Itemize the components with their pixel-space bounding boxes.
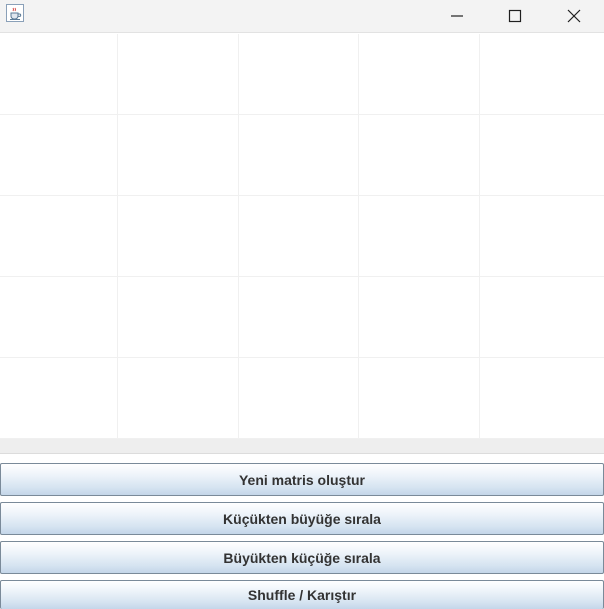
- sort-ascending-button[interactable]: Küçükten büyüğe sırala: [0, 502, 604, 535]
- matrix-cell: [480, 358, 604, 439]
- matrix-cell: [118, 115, 239, 196]
- matrix-cell: [239, 115, 359, 196]
- matrix-cell: [359, 196, 480, 277]
- matrix-cell: [359, 277, 480, 358]
- minimize-icon: [451, 15, 463, 17]
- title-bar[interactable]: [0, 0, 604, 33]
- minimize-button[interactable]: [428, 0, 486, 32]
- matrix-cell: [0, 115, 118, 196]
- matrix-cell: [0, 277, 118, 358]
- matrix-cell: [239, 196, 359, 277]
- matrix-cell: [480, 34, 604, 115]
- matrix-cell: [359, 358, 480, 439]
- matrix-cell: [480, 115, 604, 196]
- close-button[interactable]: [545, 0, 603, 32]
- matrix-cell: [0, 34, 118, 115]
- sort-descending-button[interactable]: Büyükten küçüğe sırala: [0, 541, 604, 574]
- matrix-cell: [0, 358, 118, 439]
- app-window: Yeni matris oluştur Küçükten büyüğe sıra…: [0, 0, 604, 609]
- matrix-cell: [239, 358, 359, 439]
- matrix-cell: [118, 277, 239, 358]
- shuffle-button[interactable]: Shuffle / Karıştır: [0, 580, 604, 609]
- maximize-icon: [508, 9, 522, 23]
- matrix-cell: [118, 358, 239, 439]
- java-cup-icon[interactable]: [6, 4, 24, 22]
- matrix-cell: [359, 34, 480, 115]
- maximize-button[interactable]: [486, 0, 544, 32]
- grid-footer-bar: [0, 439, 604, 454]
- new-matrix-button[interactable]: Yeni matris oluştur: [0, 463, 604, 496]
- matrix-cell: [239, 34, 359, 115]
- matrix-cell: [0, 196, 118, 277]
- matrix-cell: [118, 34, 239, 115]
- matrix-cell: [359, 115, 480, 196]
- matrix-grid: [0, 34, 604, 439]
- matrix-cell: [239, 277, 359, 358]
- matrix-cell: [480, 277, 604, 358]
- matrix-cell: [480, 196, 604, 277]
- matrix-cell: [118, 196, 239, 277]
- close-icon: [567, 9, 581, 23]
